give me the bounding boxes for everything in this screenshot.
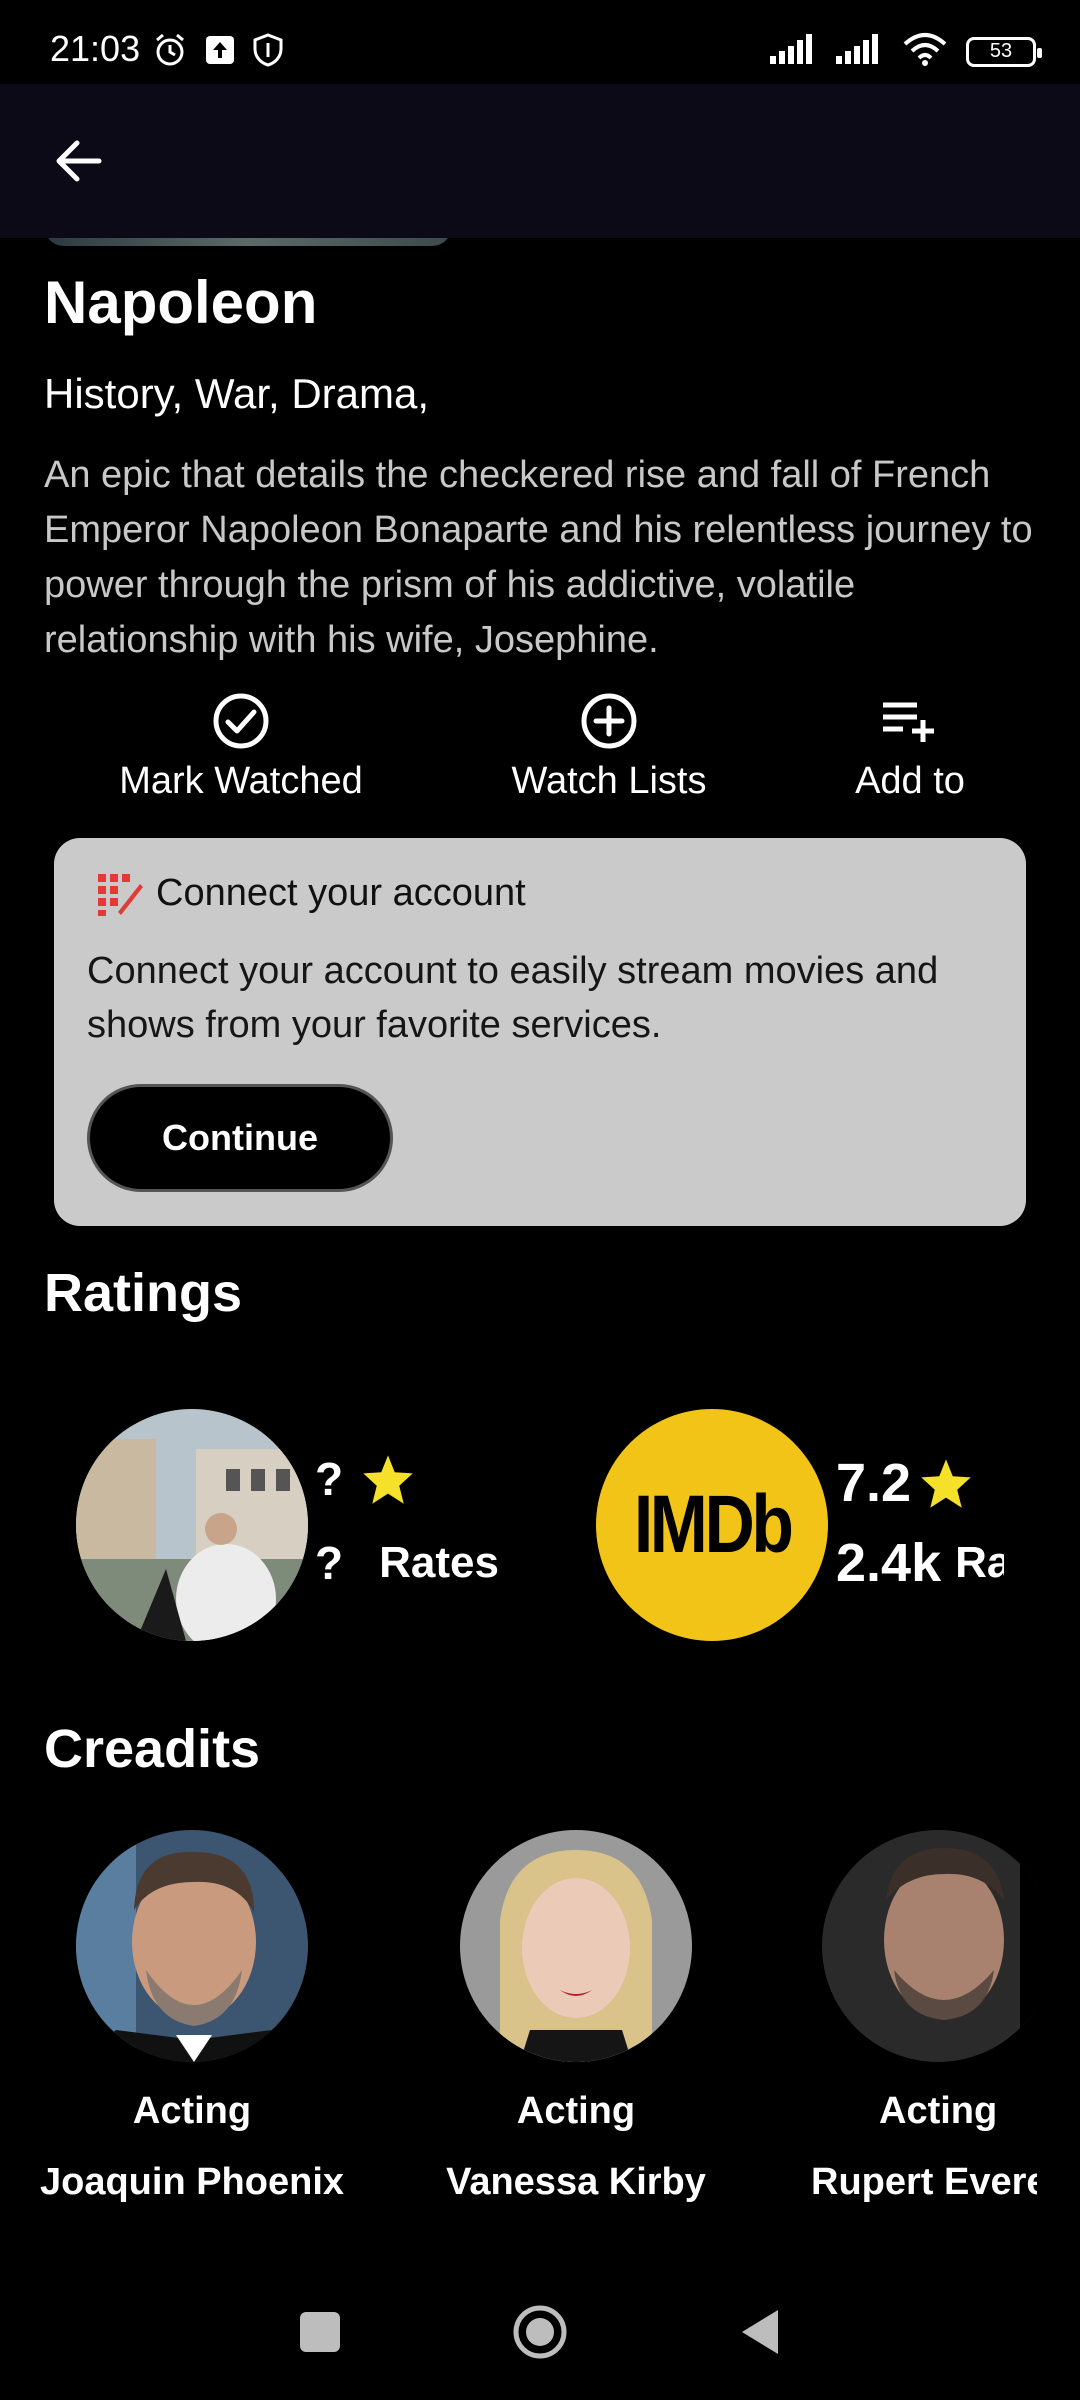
imdb-score-row: 7.2 (836, 1452, 973, 1514)
alarm-icon (152, 32, 188, 73)
continue-button[interactable]: Continue (87, 1084, 393, 1192)
back-button[interactable] (44, 128, 110, 194)
battery-level: 53 (989, 40, 1013, 62)
credit-name: Rupert Evere (811, 2161, 1037, 2203)
watch-lists-button[interactable]: Watch Lists (505, 690, 713, 803)
rating-count-label: Rates (379, 1538, 499, 1587)
plus-circle-icon (581, 693, 637, 749)
imdb-count-row: 2.4k Ra (836, 1532, 1004, 1594)
rating-score: ? (315, 1453, 344, 1505)
rating-count-row: ? Rates (315, 1536, 499, 1590)
imdb-rating-logo[interactable]: IMDb (596, 1409, 828, 1641)
credit-item[interactable]: Acting Rupert Evere (787, 1830, 1037, 2204)
ratings-heading: Ratings (44, 1263, 243, 1323)
status-icons-right: 53 (770, 32, 1042, 71)
check-circle-icon (213, 693, 269, 749)
star-icon (363, 1455, 413, 1504)
recents-square-icon[interactable] (298, 2310, 342, 2359)
credits-heading: Creadits (44, 1719, 261, 1779)
shield-icon (252, 33, 284, 72)
movie-genres: History, War, Drama, (44, 370, 430, 417)
mark-watched-button[interactable]: Mark Watched (113, 690, 369, 803)
actor-photo (822, 1830, 1037, 2062)
connect-header: Connect your account (94, 870, 526, 916)
action-row: Mark Watched Watch Lists Add to (0, 690, 1080, 810)
movie-overview: An epic that details the checkered rise … (44, 454, 1033, 661)
credit-item[interactable]: Acting Joaquin Phoenix (39, 1830, 345, 2204)
credit-role: Acting (516, 2090, 636, 2132)
signal-icon (770, 34, 818, 69)
arrow-left-icon (56, 140, 102, 182)
credit-role: Acting (132, 2090, 252, 2132)
star-icon (921, 1459, 971, 1508)
status-time: 21:03 (50, 28, 141, 69)
actor-photo (460, 1830, 692, 2062)
signal-icon (836, 34, 884, 69)
app-bar (0, 84, 1080, 238)
system-nav-bar (0, 2268, 1080, 2400)
imdb-count: 2.4k (836, 1533, 942, 1593)
service-logo-icon (98, 874, 143, 916)
rating-count: ? (315, 1537, 344, 1589)
movie-title: Napoleon (44, 269, 318, 336)
wifi-icon (902, 32, 948, 71)
rating-score-row: ? (315, 1452, 415, 1506)
credit-role: Acting (879, 2090, 998, 2132)
add-to-label: Add to (855, 760, 965, 802)
imdb-score: 7.2 (836, 1453, 912, 1513)
upload-icon (204, 34, 236, 71)
status-bar: 21:03 53 (0, 0, 1080, 84)
credit-item[interactable]: Acting Vanessa Kirby (426, 1830, 726, 2204)
mark-watched-label: Mark Watched (119, 760, 363, 802)
movie-detail-screen: 21:03 53 Napoleon History, War, Drama, A… (0, 0, 1080, 2400)
rating-source-image[interactable] (76, 1409, 308, 1641)
actor-photo (76, 1830, 308, 2062)
credit-name: Vanessa Kirby (446, 2161, 706, 2203)
watch-lists-label: Watch Lists (511, 760, 707, 802)
status-icons-left (152, 32, 284, 73)
imdb-logo-text: IMDb (633, 1479, 794, 1570)
credit-name: Joaquin Phoenix (39, 2161, 345, 2203)
imdb-count-label: Ra (955, 1538, 1004, 1587)
connect-title: Connect your account (156, 871, 526, 914)
playlist-add-icon (883, 702, 934, 742)
back-triangle-icon[interactable] (738, 2308, 782, 2361)
add-to-button[interactable]: Add to (850, 690, 970, 803)
connect-account-card: Connect your account Connect your accoun… (54, 838, 1026, 1226)
connect-description: Connect your account to easily stream mo… (87, 950, 939, 1046)
home-circle-icon[interactable] (512, 2304, 568, 2365)
battery-icon: 53 (966, 36, 1042, 67)
